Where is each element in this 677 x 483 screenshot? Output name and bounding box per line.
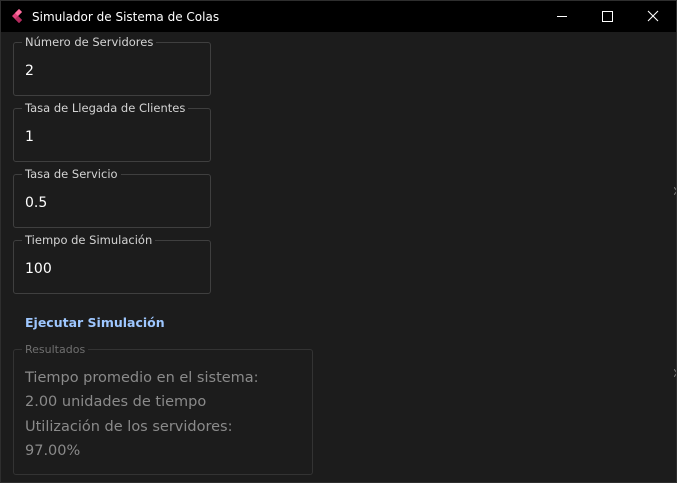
servers-field[interactable]: Número de Servidores 2: [13, 36, 211, 96]
run-simulation-button[interactable]: Ejecutar Simulación: [25, 315, 165, 331]
app-logo-icon: [10, 8, 26, 24]
maximize-icon: [602, 11, 613, 22]
servers-label: Número de Servidores: [22, 36, 157, 49]
maximize-button[interactable]: [584, 1, 630, 32]
close-icon: [647, 10, 659, 22]
simulation-time-field[interactable]: Tiempo de Simulación 100: [13, 234, 211, 294]
service-rate-value[interactable]: 0.5: [25, 195, 47, 212]
service-rate-field[interactable]: Tasa de Servicio 0.5: [13, 168, 211, 228]
results-line: Tiempo promedio en el sistema:: [25, 370, 259, 386]
minimize-icon: [557, 16, 567, 17]
simulation-time-label: Tiempo de Simulación: [22, 234, 156, 247]
results-text[interactable]: Tiempo promedio en el sistema: 2.00 unid…: [25, 366, 259, 463]
arrival-rate-value[interactable]: 1: [25, 129, 34, 146]
close-button[interactable]: [630, 1, 676, 32]
results-line: 2.00 unidades de tiempo: [25, 394, 207, 411]
arrival-rate-label: Tasa de Llegada de Clientes: [22, 102, 189, 115]
window-title: Simulador de Sistema de Colas: [32, 10, 220, 24]
servers-value[interactable]: 2: [25, 63, 34, 80]
results-line: 97.00%: [25, 442, 81, 459]
simulation-time-value[interactable]: 100: [25, 261, 52, 278]
service-rate-label: Tasa de Servicio: [22, 168, 121, 181]
title-bar[interactable]: Simulador de Sistema de Colas: [1, 1, 676, 32]
app-window: Simulador de Sistema de Colas Número de …: [0, 0, 677, 483]
minimize-button[interactable]: [539, 1, 585, 32]
results-line: Utilización de los servidores:: [25, 418, 233, 435]
arrival-rate-field[interactable]: Tasa de Llegada de Clientes 1: [13, 102, 211, 162]
results-label: Resultados: [22, 343, 89, 356]
results-field[interactable]: Resultados Tiempo promedio en el sistema…: [13, 343, 313, 475]
